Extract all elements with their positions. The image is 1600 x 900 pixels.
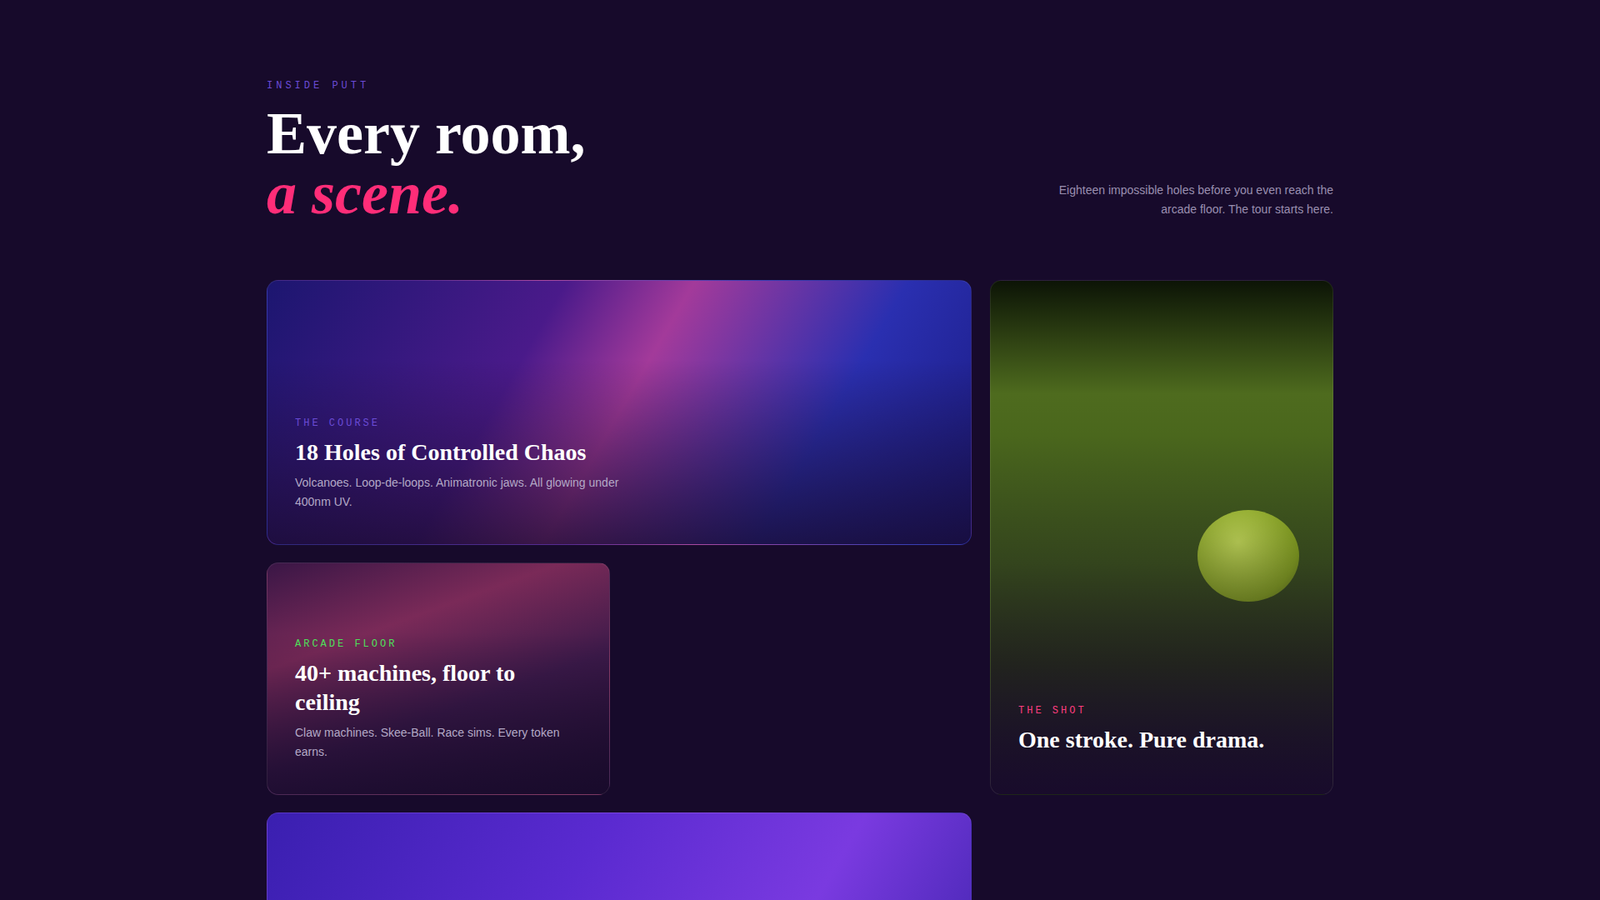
scene-grid: THE COURSE 18 Holes of Controlled Chaos Vo… <box>266 280 1334 900</box>
card-body: ARCADE FLOOR 40+ machines, floor to ceili… <box>267 638 610 795</box>
eyebrow: INSIDE PUTT <box>266 80 586 92</box>
card-label: THE COURSE <box>295 417 645 430</box>
section-header: INSIDE PUTT Every room,a scene. Eighteen i… <box>266 80 1334 224</box>
page: INSIDE PUTT Every room,a scene. Eighteen i… <box>266 0 1334 900</box>
scene-card[interactable] <box>266 812 972 900</box>
card-label: ARCADE FLOOR <box>295 638 582 650</box>
section-title: Every room,a scene. <box>266 103 586 224</box>
card-title: 18 Holes of Controlled Chaos <box>295 437 645 467</box>
card-description: Volcanoes. Loop-de-loops. Animatronic ja… <box>295 473 645 511</box>
card-title: One stroke. Pure drama. <box>1018 725 1305 755</box>
title-accent: a scene. <box>266 163 586 224</box>
scene-card[interactable]: ARCADE FLOOR 40+ machines, floor to ceili… <box>266 562 610 795</box>
card-body: THE COURSE 18 Holes of Controlled Chaos Vo… <box>267 417 673 545</box>
scene-card[interactable]: THE SHOT One stroke. Pure drama. <box>990 280 1334 795</box>
card-label: THE SHOT <box>1018 705 1305 717</box>
scene-card[interactable]: THE COURSE 18 Holes of Controlled Chaos Vo… <box>266 280 972 545</box>
card-shade <box>990 280 1333 795</box>
card-title: 40+ machines, floor to ceiling <box>295 658 582 717</box>
intro-text: Eighteen impossible holes before you eve… <box>1058 180 1334 219</box>
card-body: THE SHOT One stroke. Pure drama. <box>990 705 1333 795</box>
card-description: Claw machines. Skee-Ball. Race sims. Eve… <box>295 723 582 761</box>
card-shade <box>267 280 971 545</box>
